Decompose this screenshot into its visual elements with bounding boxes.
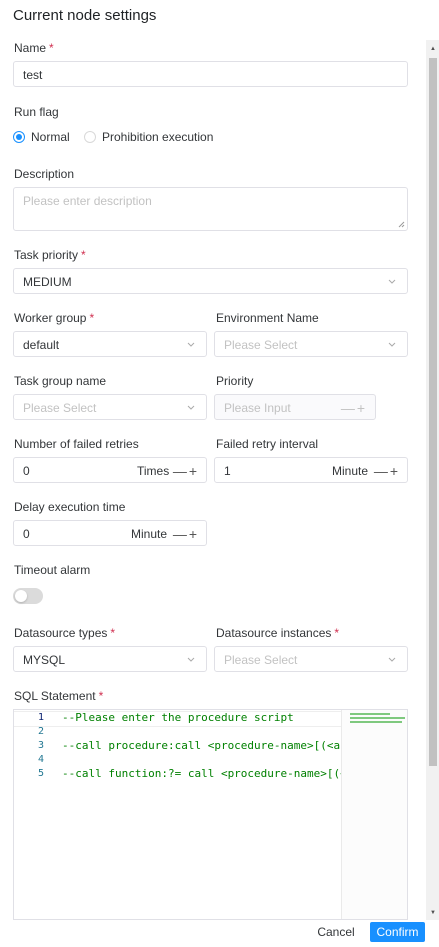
required-mark: * (334, 626, 340, 640)
confirm-button[interactable]: Confirm (370, 922, 425, 942)
minimap-line (350, 717, 405, 719)
line-number: 5 (37, 768, 44, 779)
code-line[interactable]: --Please enter the procedure script (62, 711, 294, 724)
scroll-down-icon[interactable]: ▼ (429, 909, 437, 917)
resize-handle-icon[interactable] (398, 221, 405, 228)
delay-time-input[interactable]: 0 Minute —+ (13, 520, 207, 546)
chevron-down-icon (388, 279, 396, 284)
chevron-down-icon (187, 405, 195, 410)
datasource-types-select[interactable]: MYSQL (13, 646, 207, 672)
required-mark: * (81, 248, 86, 262)
environment-name-label: Environment Name (216, 311, 319, 325)
delay-time-stepper[interactable]: —+ (173, 526, 199, 542)
chevron-down-icon (187, 342, 195, 347)
run-flag-prohibition-label[interactable]: Prohibition execution (102, 130, 213, 144)
failed-retries-value: 0 (23, 464, 30, 478)
code-line[interactable]: --call function:?= call <procedure-name>… (62, 767, 387, 780)
chevron-down-icon (187, 657, 195, 662)
priority-input: Please Input —+ (214, 394, 376, 420)
description-placeholder: Please enter description (23, 194, 152, 208)
name-label-text: Name (14, 41, 47, 55)
name-input-value: test (23, 68, 43, 82)
task-priority-value: MEDIUM (23, 275, 72, 289)
task-group-name-placeholder: Please Select (23, 401, 97, 415)
delay-time-value: 0 (23, 527, 30, 541)
failed-retries-label: Number of failed retries (14, 437, 139, 451)
priority-placeholder: Please Input (224, 401, 291, 415)
datasource-instances-label-text: Datasource instances (216, 626, 332, 640)
sql-statement-label: SQL Statement * (14, 689, 103, 703)
datasource-instances-placeholder: Please Select (224, 653, 298, 667)
name-input[interactable]: test (13, 61, 408, 87)
required-mark: * (89, 311, 95, 325)
failed-retries-stepper[interactable]: —+ (173, 463, 199, 479)
delay-time-suffix: Minute (131, 527, 168, 541)
environment-name-placeholder: Please Select (224, 338, 298, 352)
description-label: Description (14, 167, 75, 181)
run-flag-normal-radio[interactable] (13, 131, 25, 143)
failed-retries-input[interactable]: 0 Times —+ (13, 457, 207, 483)
required-mark: * (49, 41, 54, 55)
minimap-line (350, 713, 390, 715)
code-line[interactable]: --call procedure:call <procedure-name>[(… (62, 739, 387, 752)
retry-interval-stepper[interactable]: —+ (374, 463, 400, 479)
worker-group-label-text: Worker group (14, 311, 87, 325)
line-number: 1 (37, 712, 44, 723)
run-flag-prohibition-radio[interactable] (84, 131, 96, 143)
retry-interval-input[interactable]: 1 Minute —+ (214, 457, 408, 483)
datasource-types-label-text: Datasource types (14, 626, 108, 640)
task-priority-label-text: Task priority (14, 248, 79, 262)
run-flag-label: Run flag (14, 105, 59, 119)
environment-name-select[interactable]: Please Select (214, 331, 408, 357)
datasource-instances-label: Datasource instances * (216, 626, 339, 640)
task-priority-label: Task priority * (14, 248, 86, 262)
datasource-types-value: MYSQL (23, 653, 66, 667)
retry-interval-label: Failed retry interval (216, 437, 319, 451)
run-flag-normal-label[interactable]: Normal (31, 130, 70, 144)
timeout-alarm-toggle[interactable] (13, 588, 43, 604)
datasource-types-label: Datasource types * (14, 626, 115, 640)
priority-label: Priority (216, 374, 254, 388)
scrollbar-thumb[interactable] (429, 58, 437, 766)
required-mark: * (98, 689, 104, 703)
line-number: 4 (37, 754, 44, 765)
delay-time-label: Delay execution time (14, 500, 126, 514)
line-number: 2 (37, 726, 44, 737)
chevron-down-icon (388, 342, 396, 347)
task-group-name-label: Task group name (14, 374, 107, 388)
cancel-button[interactable]: Cancel (312, 922, 360, 942)
description-textarea[interactable]: Please enter description (13, 187, 408, 231)
sql-editor[interactable]: 1 --Please enter the procedure script 2 3 --… (13, 709, 408, 920)
sql-statement-label-text: SQL Statement (14, 689, 96, 703)
editor-minimap[interactable] (341, 710, 407, 919)
minimap-line (350, 721, 402, 723)
retry-interval-value: 1 (224, 464, 231, 478)
panel-title: Current node settings (13, 7, 157, 24)
task-priority-select[interactable]: MEDIUM (13, 268, 408, 294)
worker-group-label: Worker group * (14, 311, 94, 325)
task-group-name-select[interactable]: Please Select (13, 394, 207, 420)
scroll-up-icon[interactable]: ▲ (429, 45, 437, 53)
line-number: 3 (37, 740, 44, 751)
worker-group-value: default (23, 338, 60, 352)
name-label: Name * (14, 41, 54, 55)
failed-retries-suffix: Times (137, 464, 170, 478)
required-mark: * (110, 626, 116, 640)
datasource-instances-select[interactable]: Please Select (214, 646, 408, 672)
chevron-down-icon (388, 657, 396, 662)
priority-stepper: —+ (340, 400, 367, 416)
retry-interval-suffix: Minute (332, 464, 369, 478)
worker-group-select[interactable]: default (13, 331, 207, 357)
timeout-alarm-label: Timeout alarm (14, 563, 91, 577)
